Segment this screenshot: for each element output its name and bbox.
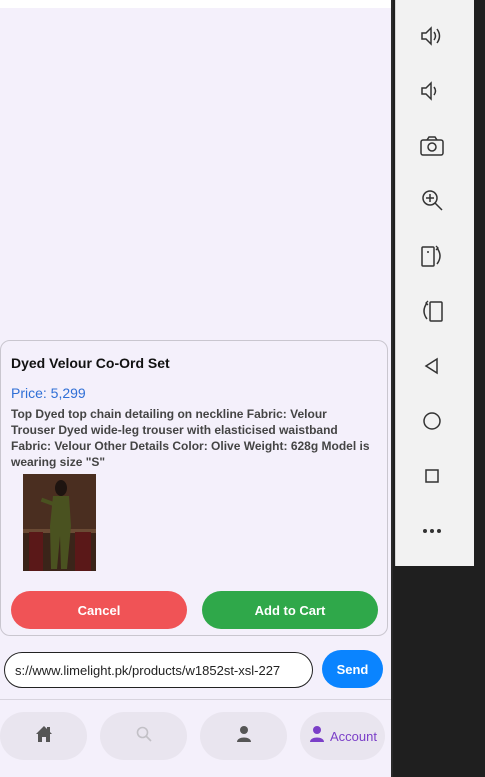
user-icon bbox=[234, 724, 254, 749]
product-image[interactable] bbox=[23, 474, 96, 571]
home-icon bbox=[33, 723, 55, 750]
back-button[interactable] bbox=[418, 354, 446, 382]
nav-account-label: Account bbox=[330, 728, 377, 744]
send-button[interactable]: Send bbox=[322, 650, 383, 688]
product-title: Dyed Velour Co-Ord Set bbox=[11, 355, 170, 371]
cancel-button[interactable]: Cancel bbox=[11, 591, 187, 629]
zoom-button[interactable] bbox=[418, 188, 446, 216]
add-to-cart-button[interactable]: Add to Cart bbox=[202, 591, 378, 629]
nav-account[interactable]: Account bbox=[300, 712, 385, 760]
screenshot-button[interactable] bbox=[418, 134, 446, 162]
volume-up-button[interactable] bbox=[418, 24, 446, 52]
nav-search[interactable] bbox=[100, 712, 187, 760]
nav-home[interactable] bbox=[0, 712, 87, 760]
overview-icon bbox=[421, 465, 443, 492]
volume-up-icon bbox=[419, 23, 445, 54]
status-strip bbox=[0, 0, 393, 8]
product-description: Top Dyed top chain detailing on neckline… bbox=[11, 407, 370, 469]
screen-edge bbox=[391, 0, 393, 777]
camera-icon bbox=[419, 133, 445, 164]
url-input[interactable] bbox=[4, 652, 313, 688]
product-card: Dyed Velour Co-Ord Set Price: 5,299 Top … bbox=[0, 340, 388, 636]
rotate-left-icon bbox=[419, 243, 445, 274]
zoom-in-icon bbox=[419, 187, 445, 218]
search-icon bbox=[135, 725, 153, 748]
overview-button[interactable] bbox=[418, 464, 446, 492]
rotate-right-icon bbox=[419, 298, 445, 329]
app-screen: Dyed Velour Co-Ord Set Price: 5,299 Top … bbox=[0, 0, 393, 777]
nav-profile[interactable] bbox=[200, 712, 287, 760]
back-icon bbox=[421, 355, 443, 382]
rotate-right-button[interactable] bbox=[418, 299, 446, 327]
volume-down-icon bbox=[419, 78, 445, 109]
home-button[interactable] bbox=[418, 409, 446, 437]
emulator-side-panel bbox=[395, 0, 474, 566]
product-price: Price: 5,299 bbox=[11, 385, 86, 401]
more-button[interactable] bbox=[418, 519, 446, 547]
more-icon bbox=[421, 520, 443, 547]
volume-down-button[interactable] bbox=[418, 79, 446, 107]
account-icon bbox=[308, 724, 326, 749]
nav-divider bbox=[0, 699, 393, 700]
rotate-left-button[interactable] bbox=[418, 244, 446, 272]
circle-home-icon bbox=[421, 410, 443, 437]
